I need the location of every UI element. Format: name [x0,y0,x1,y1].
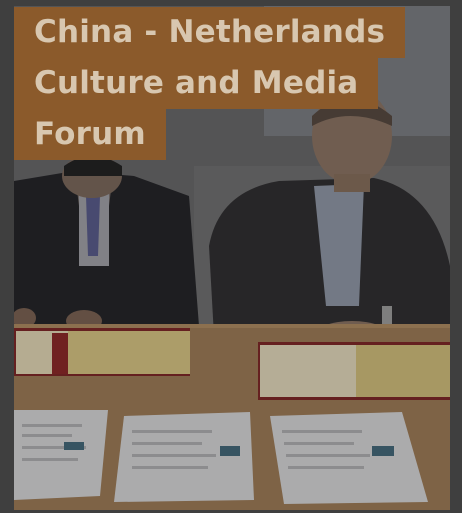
title-line-2: Culture and Media [14,58,379,109]
title-line-3: Forum [14,109,166,160]
title-line-1: China - Netherlands [14,7,406,58]
article-title[interactable]: China - Netherlands Culture and Media Fo… [14,7,406,160]
article-card[interactable]: China - Netherlands Culture and Media Fo… [0,0,462,513]
